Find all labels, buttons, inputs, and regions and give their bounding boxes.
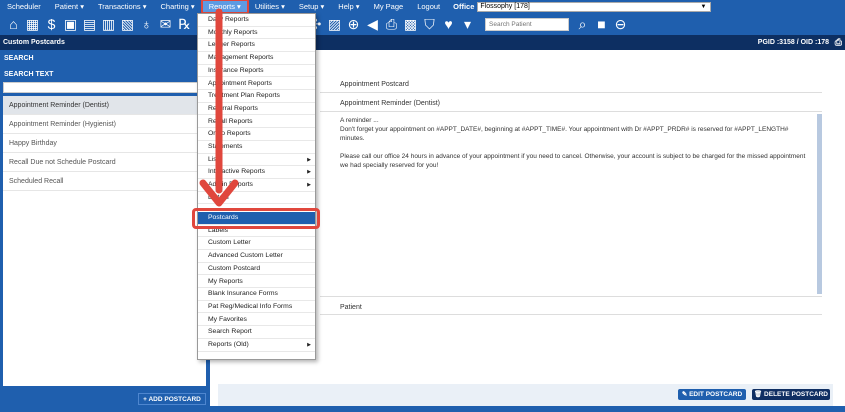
dot-icon[interactable]: ■: [592, 13, 611, 35]
page-title-bar: Custom Postcards PGID :3158 / OID :178 ⎙: [0, 35, 845, 50]
postcard-body: A reminder ... Don't forget your appoint…: [320, 110, 822, 296]
icon-toolbar: ⌂ ▦ $ ▣ ▤ ▥ ▧ ♁ ✉ ℞ ✣ ▨ ⊕ ◀ ⎙ ▩ ⛉ ♥ ▾ ⌕ …: [0, 13, 845, 35]
postcard-name-value: Appointment Reminder (Dentist): [340, 100, 440, 107]
chevron-down-icon: ▼: [700, 3, 707, 10]
office-select[interactable]: Flossophy [178] ▼: [477, 1, 712, 12]
pn-icon[interactable]: ▥: [99, 13, 118, 35]
id-card-icon[interactable]: ▣: [61, 13, 80, 35]
footer-strip: [0, 406, 845, 412]
rx-icon[interactable]: ℞: [175, 13, 194, 35]
save-icon[interactable]: ▩: [401, 13, 420, 35]
menu-item-lists[interactable]: Lists: [198, 154, 315, 167]
postcard-list: Appointment Reminder (Dentist) Appointme…: [3, 96, 206, 386]
delete-postcard-button[interactable]: 🗑 DELETE POSTCARD: [752, 389, 830, 400]
menu-scheduler[interactable]: Scheduler: [0, 0, 48, 13]
menu-my-page[interactable]: My Page: [367, 0, 411, 13]
page-id: PGID :3158 / OID :178: [757, 39, 829, 46]
action-bar: ✎ EDIT POSTCARD 🗑 DELETE POSTCARD: [218, 384, 833, 406]
top-menu-bar: Scheduler Patient ▾ Transactions ▾ Chart…: [0, 0, 845, 14]
list-item[interactable]: Recall Due not Schedule Postcard: [3, 153, 206, 172]
menu-item-custom-postcard[interactable]: Custom Postcard: [198, 263, 315, 276]
body-scrollbar[interactable]: [817, 114, 822, 294]
calendar-icon[interactable]: ▦: [23, 13, 42, 35]
menu-item-recall-reports[interactable]: Recall Reports: [198, 116, 315, 129]
menu-charting[interactable]: Charting ▾: [154, 0, 202, 13]
menu-item-ledger-reports[interactable]: Ledger Reports: [198, 39, 315, 52]
menu-utilities[interactable]: Utilities ▾: [248, 0, 292, 13]
list-item[interactable]: Appointment Reminder (Dentist): [3, 96, 206, 115]
chart-icon[interactable]: ▨: [325, 13, 344, 35]
menu-item-management-reports[interactable]: Management Reports: [198, 52, 315, 65]
recipient-row: Patient: [320, 296, 822, 315]
printer-icon[interactable]: ⎙: [382, 13, 401, 35]
menu-item-pat-reg-medical-info-forms[interactable]: Pat Reg/Medical Info Forms: [198, 301, 315, 314]
postcard-type-value: Appointment Postcard: [340, 81, 409, 88]
heart-icon[interactable]: ♥: [439, 13, 458, 35]
shield-icon[interactable]: ⛉: [420, 13, 439, 35]
menu-item-blank-insurance-forms[interactable]: Blank Insurance Forms: [198, 288, 315, 301]
menu-setup[interactable]: Setup ▾: [292, 0, 331, 13]
menu-item-appointment-reports[interactable]: Appointment Reports: [198, 78, 315, 91]
menu-reports[interactable]: Reports ▾: [200, 0, 249, 14]
menu-transactions[interactable]: Transactions ▾: [91, 0, 154, 13]
zoom-icon[interactable]: ⊖: [611, 13, 630, 35]
menu-item-letters[interactable]: Letters: [198, 192, 315, 205]
tx-icon[interactable]: ▧: [118, 13, 137, 35]
list-item[interactable]: Scheduled Recall: [3, 172, 206, 191]
menu-item-search-report[interactable]: Search Report: [198, 326, 315, 339]
edit-postcard-button[interactable]: ✎ EDIT POSTCARD: [678, 389, 746, 400]
globe-icon[interactable]: ⊕: [344, 13, 363, 35]
email-icon[interactable]: ✉: [156, 13, 175, 35]
postcards-highlight-box: [192, 208, 320, 229]
menu-logout[interactable]: Logout: [410, 0, 447, 13]
menu-item-referral-reports[interactable]: Referral Reports: [198, 103, 315, 116]
menu-item-interactive-reports[interactable]: Interactive Reports: [198, 166, 315, 179]
dropdown-icon[interactable]: ▾: [458, 13, 477, 35]
menu-item-admin-reports[interactable]: Admin Reports: [198, 179, 315, 192]
menu-item-my-favorites[interactable]: My Favorites: [198, 314, 315, 327]
menu-item-advanced-custom-letter[interactable]: Advanced Custom Letter: [198, 250, 315, 263]
tooth-icon[interactable]: ♁: [137, 13, 156, 35]
menu-item-reports-old[interactable]: Reports (Old): [198, 339, 315, 352]
menu-item-insurance-reports[interactable]: Insurance Reports: [198, 65, 315, 78]
menu-patient[interactable]: Patient ▾: [48, 0, 91, 13]
reports-dropdown-menu: Daily Reports Monthly Reports Ledger Rep…: [197, 13, 316, 360]
patient-search-input[interactable]: [485, 17, 569, 31]
menu-help[interactable]: Help ▾: [331, 0, 366, 13]
body-line: A reminder ...: [340, 117, 379, 124]
search-text-input[interactable]: [3, 82, 206, 93]
search-icon[interactable]: ⌕: [573, 13, 592, 35]
postcard-type-row: Appointment Postcard: [320, 74, 822, 93]
add-postcard-button[interactable]: + ADD POSTCARD: [138, 393, 206, 405]
body-line: Please call our office 24 hours in advan…: [340, 153, 806, 169]
recipient-value: Patient: [340, 304, 362, 311]
list-item[interactable]: Happy Birthday: [3, 134, 206, 153]
search-header: SEARCH: [4, 55, 34, 62]
list-item[interactable]: Appointment Reminder (Hygienist): [3, 115, 206, 134]
megaphone-icon[interactable]: ◀: [363, 13, 382, 35]
menu-item-custom-letter[interactable]: Custom Letter: [198, 237, 315, 250]
body-line: Don't forget your appointment on #APPT_D…: [340, 126, 789, 142]
money-icon[interactable]: $: [42, 13, 61, 35]
menu-item-ortho-reports[interactable]: Ortho Reports: [198, 128, 315, 141]
file-icon[interactable]: ▤: [80, 13, 99, 35]
office-label: Office: [453, 2, 475, 11]
menu-item-treatment-plan-reports[interactable]: Treatment Plan Reports: [198, 90, 315, 103]
page-title: Custom Postcards: [3, 39, 65, 46]
postcard-sidebar: SEARCH SEARCH TEXT Appointment Reminder …: [0, 50, 210, 406]
office-select-value: Flossophy [178]: [480, 2, 530, 10]
menu-item-monthly-reports[interactable]: Monthly Reports: [198, 27, 315, 40]
menu-item-my-reports[interactable]: My Reports: [198, 276, 315, 289]
home-icon[interactable]: ⌂: [4, 13, 23, 35]
menu-item-daily-reports[interactable]: Daily Reports: [198, 14, 315, 27]
print-icon[interactable]: ⎙: [835, 37, 842, 48]
search-text-label: SEARCH TEXT: [4, 71, 54, 78]
menu-item-statements[interactable]: Statements: [198, 141, 315, 154]
